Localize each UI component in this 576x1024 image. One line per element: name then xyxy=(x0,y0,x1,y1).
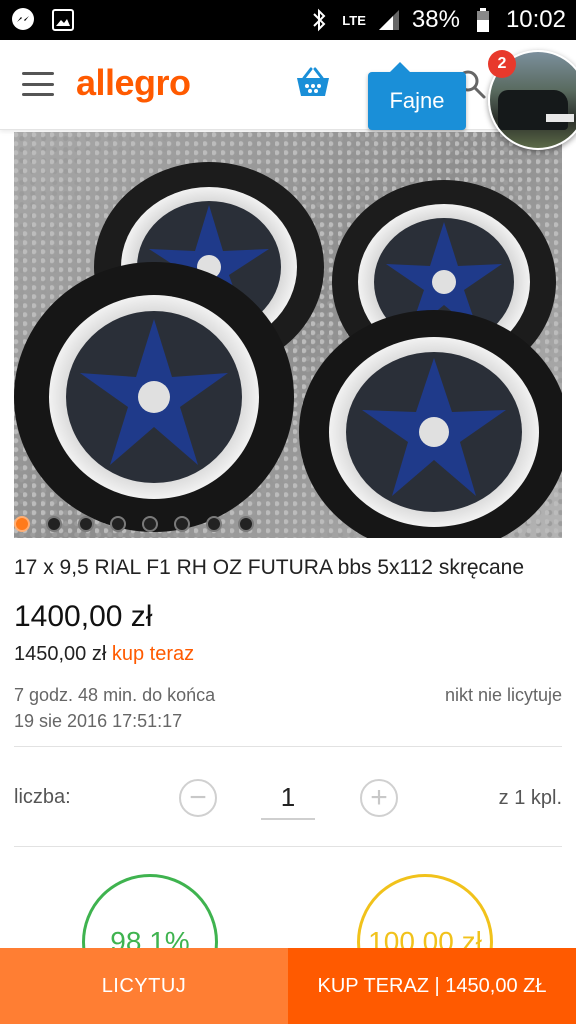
signal-icon xyxy=(376,7,402,33)
bluetooth-icon xyxy=(306,7,332,33)
gallery-pagination xyxy=(14,516,254,532)
gallery-dot[interactable] xyxy=(110,516,126,532)
bids-status: nikt nie licytuje xyxy=(444,685,562,705)
gallery-dot[interactable] xyxy=(206,516,222,532)
notification-badge: 2 xyxy=(488,50,516,78)
avatar-car-image xyxy=(498,90,568,130)
quantity-input[interactable] xyxy=(261,776,315,820)
quantity-label: liczba: xyxy=(14,786,71,808)
buy-now-price: 1450,00 zł xyxy=(14,643,107,665)
status-bar: LTE 38% 10:02 xyxy=(0,0,576,40)
basket-icon[interactable] xyxy=(295,66,331,100)
current-price: 1400,00 zł xyxy=(14,600,153,633)
clock: 10:02 xyxy=(505,6,566,33)
bid-button[interactable]: LICYTUJ xyxy=(0,948,288,1024)
battery-icon xyxy=(470,7,496,33)
gallery-icon xyxy=(50,7,76,33)
divider xyxy=(14,846,562,847)
gallery-dot[interactable] xyxy=(46,516,62,532)
gallery-dot[interactable] xyxy=(78,516,94,532)
quantity-available: z 1 kpl. xyxy=(498,787,562,809)
buy-now-row: 1450,00 zł kup teraz xyxy=(14,643,194,666)
messenger-icon xyxy=(10,7,36,33)
divider xyxy=(14,746,562,747)
buy-now-link[interactable]: kup teraz xyxy=(112,643,194,665)
gallery-dot[interactable] xyxy=(142,516,158,532)
action-bar: LICYTUJ KUP TERAZ | 1450,00 ZŁ xyxy=(0,948,576,1024)
gallery-dot[interactable] xyxy=(14,516,30,532)
end-date: 19 sie 2016 17:51:17 xyxy=(14,711,183,731)
menu-icon[interactable] xyxy=(22,72,54,96)
quantity-increase-button[interactable]: + xyxy=(360,779,398,817)
buy-now-button[interactable]: KUP TERAZ | 1450,00 ZŁ xyxy=(288,948,576,1024)
gallery-dot[interactable] xyxy=(174,516,190,532)
fajne-tooltip[interactable]: Fajne xyxy=(368,62,466,130)
battery-percent: 38% xyxy=(411,6,460,33)
listing-title: 17 x 9,5 RIAL F1 RH OZ FUTURA bbs 5x112 … xyxy=(14,556,525,579)
quantity-decrease-button[interactable]: − xyxy=(179,779,217,817)
wheels-image xyxy=(14,162,562,538)
network-type: LTE xyxy=(342,12,366,28)
gallery-dot[interactable] xyxy=(238,516,254,532)
allegro-logo[interactable]: allegro xyxy=(76,62,191,104)
product-photo[interactable] xyxy=(14,132,562,538)
time-left: 7 godz. 48 min. do końca xyxy=(14,685,216,705)
